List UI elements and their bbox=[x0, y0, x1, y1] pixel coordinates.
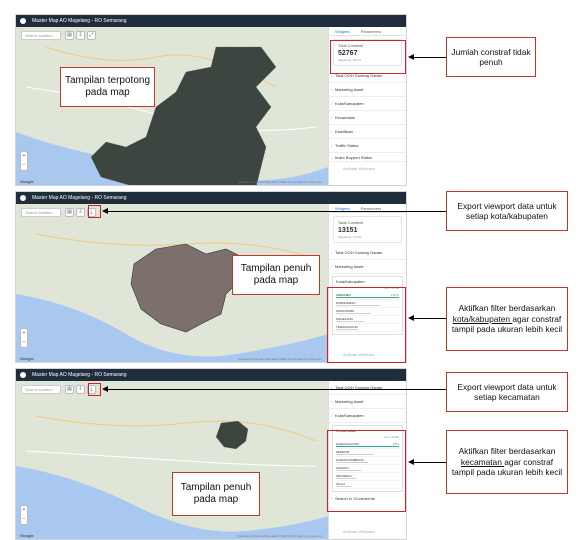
app-titlebar: Master Map AO Magelang - RO Semarang bbox=[16, 369, 406, 381]
accordion-item[interactable]: Kecamatan bbox=[329, 111, 406, 125]
map-footer: Keyboard shortcuts Map data ©2024 Terms … bbox=[237, 357, 322, 361]
highlight-total-card bbox=[330, 40, 406, 74]
accordion-item[interactable]: Index Buyport Status bbox=[329, 153, 406, 162]
map-footer: Keyboard shortcuts Map data ©2024 Terms … bbox=[237, 534, 322, 538]
map-label-2: Tampilan penuh pada map bbox=[232, 255, 320, 295]
google-logo: Google bbox=[20, 533, 34, 538]
activate-windows-watermark: Activate Windows bbox=[343, 166, 375, 171]
layers-icon[interactable]: ▤ bbox=[65, 385, 74, 394]
annotation-jumlah: Jumlah constraf tidak penuh bbox=[446, 37, 536, 77]
google-logo: Google bbox=[20, 356, 34, 361]
app-titlebar: Master Map AO Magelang - RO Semarang bbox=[16, 15, 406, 27]
fullscreen-icon[interactable]: ⤢ bbox=[87, 31, 96, 40]
search-input[interactable]: Search location bbox=[21, 385, 61, 394]
map-footer: Keyboard shortcuts Map data ©2024 Terms … bbox=[237, 180, 322, 184]
app-logo-icon bbox=[20, 372, 26, 378]
accordion-item[interactable]: Traffic Status bbox=[329, 139, 406, 153]
highlight-kota-filter bbox=[327, 287, 406, 363]
tab-widgets[interactable]: Widgets bbox=[335, 29, 349, 34]
accordion-item[interactable]: Kota/Kabupaten bbox=[329, 409, 406, 423]
app-titlebar: Master Map AO Magelang - RO Semarang bbox=[16, 192, 406, 204]
app-title: Master Map AO Magelang - RO Semarang bbox=[32, 195, 127, 201]
card-value: 13151 bbox=[338, 227, 358, 234]
highlight-kecamatan-filter bbox=[327, 430, 406, 512]
zoom-control[interactable]: + − bbox=[20, 151, 28, 171]
google-logo: Google bbox=[20, 179, 34, 184]
layers-icon[interactable]: ▤ bbox=[65, 31, 74, 40]
total-constraf-card: Total Constraf 13151 Magelang: 13151 bbox=[333, 216, 402, 243]
export-icon[interactable]: ⇩ bbox=[76, 385, 85, 394]
accordion-item[interactable]: Marketing Asset bbox=[329, 395, 406, 409]
accordion-item[interactable]: Total OOH Gudang Garam bbox=[329, 246, 406, 260]
card-sub: Magelang: 13151 bbox=[338, 235, 362, 239]
search-input[interactable]: Search location bbox=[21, 31, 61, 40]
annotation-export-kota: Export viewport data untuk setiap kota/k… bbox=[446, 191, 568, 231]
zoom-control[interactable]: + − bbox=[20, 328, 28, 348]
filter-title: Kota/Kabupaten bbox=[336, 279, 365, 284]
card-label: Total Constraf bbox=[338, 220, 363, 225]
accordion-item[interactable]: Klasifikasi bbox=[329, 125, 406, 139]
export-icon[interactable]: ⇩ bbox=[76, 208, 85, 217]
layers-icon[interactable]: ▤ bbox=[65, 208, 74, 217]
app-title: Master Map AO Magelang - RO Semarang bbox=[32, 372, 127, 378]
accordion-item[interactable]: Marketing Asset bbox=[329, 83, 406, 97]
highlight-export-button-1 bbox=[88, 205, 101, 218]
zoom-control[interactable]: + − bbox=[20, 505, 28, 525]
search-input[interactable]: Search location bbox=[21, 208, 61, 217]
app-title: Master Map AO Magelang - RO Semarang bbox=[32, 18, 127, 24]
annotation-filter-kota: Aktifkan filter berdasarkan kota/kabupat… bbox=[446, 287, 568, 351]
export-icon[interactable]: ⇩ bbox=[76, 31, 85, 40]
accordion-item[interactable]: Kota/Kabupaten bbox=[329, 97, 406, 111]
annotation-filter-kecamatan: Aktifkan filter berdasarkan kecamatan ag… bbox=[446, 430, 568, 494]
highlight-export-button-2 bbox=[88, 383, 101, 396]
app-logo-icon bbox=[20, 195, 26, 201]
accordion-item[interactable]: Marketing Asset bbox=[329, 260, 406, 274]
map-label-1: Tampilan terpotong pada map bbox=[60, 67, 155, 107]
accordion-item[interactable]: Total OOH Gudang Garam bbox=[329, 381, 406, 395]
activate-windows-watermark: Activate Windows bbox=[343, 529, 375, 534]
app-logo-icon bbox=[20, 18, 26, 24]
sidebar-tabs: Widgets Parameters bbox=[329, 27, 406, 36]
map-label-3: Tampilan penuh pada map bbox=[172, 472, 260, 516]
tab-parameters[interactable]: Parameters bbox=[361, 29, 382, 34]
annotation-export-kecamatan: Export viewport data untuk setiap kecama… bbox=[446, 372, 568, 412]
